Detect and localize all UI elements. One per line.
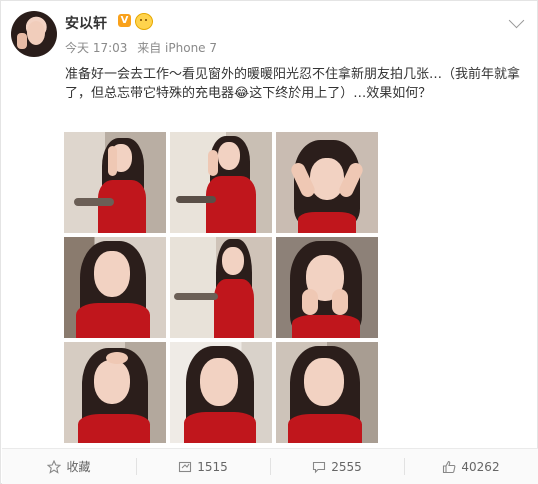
member-crown-icon (135, 13, 153, 30)
photo-thumbnail[interactable] (276, 342, 378, 443)
photo-thumbnail[interactable] (170, 132, 272, 233)
photo-grid (64, 132, 378, 443)
star-icon (47, 459, 62, 474)
avatar-face (27, 21, 45, 45)
user-name[interactable]: 安以轩 (65, 13, 107, 33)
photo-thumbnail[interactable] (276, 132, 378, 233)
comment-count: 2555 (331, 459, 362, 474)
thumbs-up-icon (443, 460, 456, 473)
verified-badge-icon: V (118, 14, 131, 27)
post-meta: 今天 17:03 来自 iPhone 7 (65, 39, 223, 56)
photo-thumbnail[interactable] (64, 237, 166, 338)
repost-count: 1515 (197, 459, 228, 474)
like-count: 40262 (461, 459, 500, 474)
photo-thumbnail[interactable] (170, 237, 272, 338)
comment-button[interactable]: 2555 (270, 449, 404, 484)
favorite-button[interactable]: 收藏 (2, 449, 136, 484)
post-text: 准备好一会去工作～看见窗外的暖暖阳光忍不住拿新朋友拍几张…（我前年就拿了，但总忘… (65, 67, 521, 101)
repost-button[interactable]: 1515 (136, 449, 270, 484)
photo-thumbnail[interactable] (64, 342, 166, 443)
favorite-label: 收藏 (66, 460, 91, 474)
photo-thumbnail[interactable] (276, 237, 378, 338)
photo-thumbnail[interactable] (170, 342, 272, 443)
photo-thumbnail[interactable] (64, 132, 166, 233)
like-button[interactable]: 40262 (404, 449, 538, 484)
post-source[interactable]: 来自 iPhone 7 (137, 41, 217, 55)
chevron-down-icon[interactable] (508, 12, 525, 29)
repost-icon (179, 461, 192, 472)
avatar-hand (17, 33, 27, 49)
comment-icon (313, 461, 326, 473)
avatar[interactable] (11, 11, 57, 57)
action-bar: 收藏 1515 2555 40262 (2, 448, 538, 484)
post-time[interactable]: 今天 17:03 (65, 41, 127, 55)
weibo-post-card: 安以轩 V 今天 17:03 来自 iPhone 7 准备好一会去工作～看见窗外… (0, 0, 538, 484)
